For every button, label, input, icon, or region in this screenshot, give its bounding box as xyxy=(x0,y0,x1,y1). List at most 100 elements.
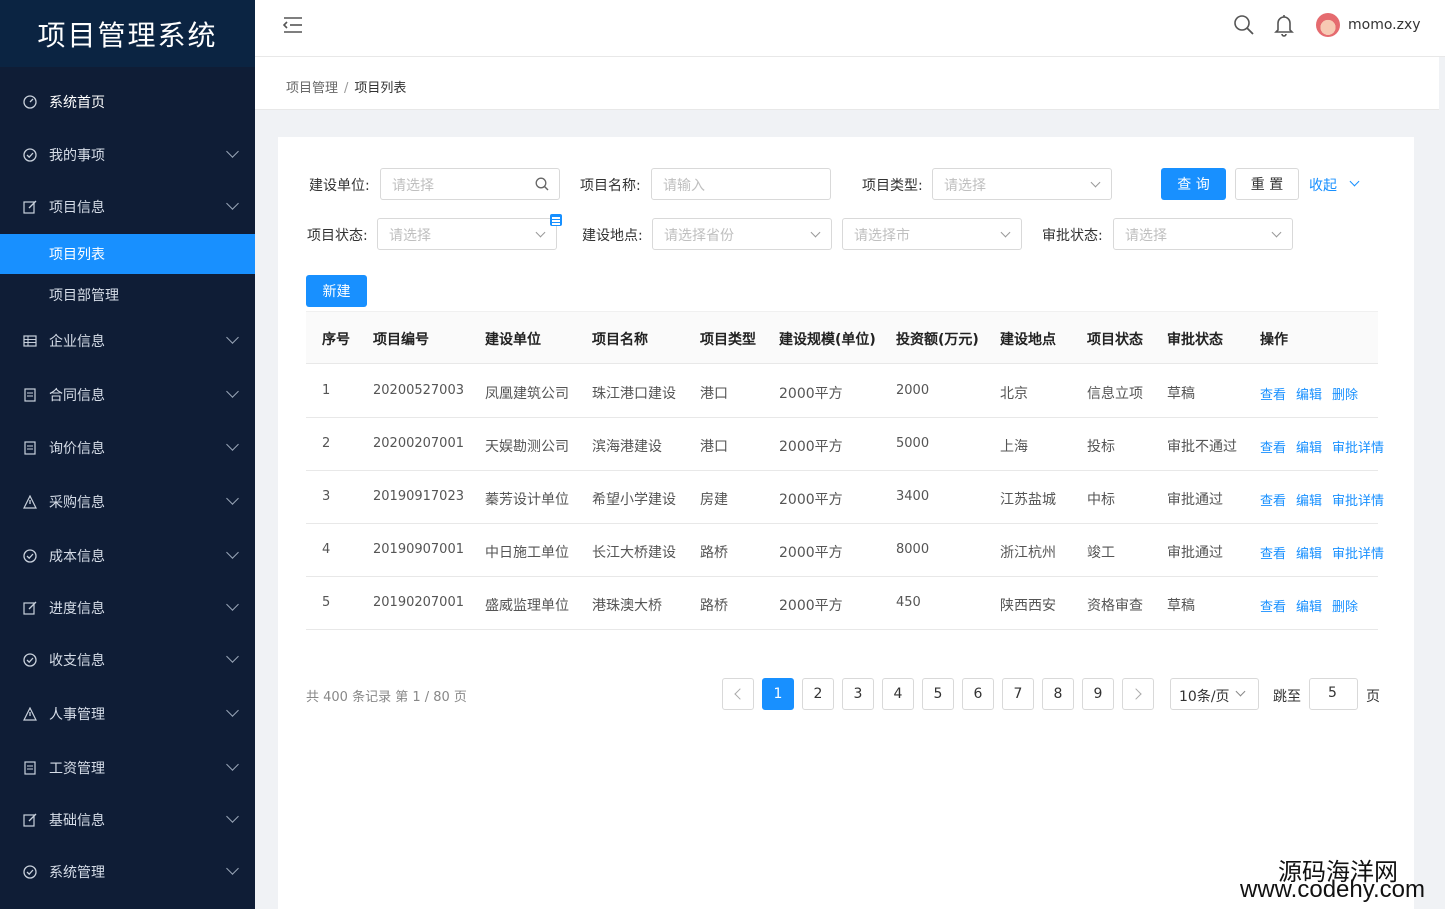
sidebar-item[interactable]: 项目部管理 xyxy=(0,275,255,315)
cell-type: 港口 xyxy=(700,439,728,455)
sidebar-item[interactable]: 系统首页 xyxy=(0,82,255,122)
row-action-link[interactable]: 删除 xyxy=(1332,596,1358,615)
sidebar-item[interactable]: 项目列表 xyxy=(0,234,255,274)
cell-invest: 8000 xyxy=(896,542,930,557)
sidebar-item[interactable]: 系统管理 xyxy=(0,852,255,892)
chevron-down-icon xyxy=(1000,227,1011,238)
chevron-down-icon xyxy=(226,758,239,771)
project-type-select[interactable]: 请选择 xyxy=(932,168,1112,200)
sidebar-item[interactable]: 采购信息 xyxy=(0,482,255,522)
sidebar-item[interactable]: 进度信息 xyxy=(0,588,255,628)
row-action-link[interactable]: 审批详情 xyxy=(1332,543,1384,562)
bell-icon[interactable] xyxy=(1274,13,1294,37)
table-header: 序号 项目编号 建设单位 项目名称 项目类型 建设规模(单位) 投资额(万元) 建设地点 项目状… xyxy=(306,311,1378,364)
edit-icon xyxy=(22,812,38,828)
edit-icon xyxy=(22,199,38,215)
row-action-link[interactable]: 查看 xyxy=(1260,384,1286,403)
province-select[interactable]: 请选择省份 xyxy=(652,218,832,250)
sidebar-item[interactable]: 询价信息 xyxy=(0,428,255,468)
project-name-input[interactable]: 请输入 xyxy=(651,168,831,200)
sidebar-item-label: 进度信息 xyxy=(49,601,105,617)
row-action-link[interactable]: 编辑 xyxy=(1296,437,1322,456)
prev-page-button[interactable] xyxy=(722,678,754,710)
row-action-link[interactable]: 审批详情 xyxy=(1332,437,1384,456)
column-header: 建设单位 xyxy=(485,332,541,348)
page-suffix: 页 xyxy=(1366,689,1380,705)
row-action-link[interactable]: 编辑 xyxy=(1296,596,1322,615)
row-action-link[interactable]: 编辑 xyxy=(1296,490,1322,509)
sidebar-item[interactable]: 收支信息 xyxy=(0,640,255,680)
search-icon[interactable] xyxy=(535,177,549,191)
sidebar-item[interactable]: 基础信息 xyxy=(0,800,255,840)
chevron-down-icon xyxy=(226,862,239,875)
jump-input[interactable]: 5 xyxy=(1309,678,1358,710)
menu-fold-icon[interactable] xyxy=(282,16,303,34)
page-size-select[interactable]: 10条/页 xyxy=(1170,678,1259,710)
new-button[interactable]: 新建 xyxy=(306,275,367,307)
chevron-down-icon xyxy=(1235,686,1246,697)
approval-select[interactable]: 请选择 xyxy=(1113,218,1293,250)
cell-unit: 凤凰建筑公司 xyxy=(485,386,569,402)
row-action-link[interactable]: 查看 xyxy=(1260,596,1286,615)
chevron-down-icon xyxy=(226,650,239,663)
chevron-down-icon xyxy=(226,331,239,344)
cell-status: 投标 xyxy=(1087,439,1115,455)
table-row: 4 20190907001 中日施工单位 长江大桥建设 路桥 2000平方 8000 浙江杭州… xyxy=(306,524,1384,577)
cell-name: 希望小学建设 xyxy=(592,492,676,508)
row-action-link[interactable]: 查看 xyxy=(1260,543,1286,562)
sidebar-item[interactable]: 企业信息 xyxy=(0,321,255,361)
sidebar-item-label: 基础信息 xyxy=(49,813,105,829)
page-size-value: 10条/页 xyxy=(1179,689,1230,705)
sidebar-item-label: 项目部管理 xyxy=(49,288,119,304)
page-button[interactable]: 1 xyxy=(762,678,794,710)
sidebar-item-label: 系统管理 xyxy=(49,865,105,881)
query-button[interactable]: 查 询 xyxy=(1161,168,1226,200)
sidebar-item[interactable]: 合同信息 xyxy=(0,375,255,415)
chevron-down-icon[interactable] xyxy=(1349,176,1360,187)
page-button[interactable]: 9 xyxy=(1082,678,1114,710)
city-select[interactable]: 请选择市 xyxy=(842,218,1022,250)
row-action-link[interactable]: 编辑 xyxy=(1296,543,1322,562)
chevron-down-icon xyxy=(226,145,239,158)
username[interactable]: momo.zxy xyxy=(1348,17,1421,33)
collapse-link[interactable]: 收起 xyxy=(1309,175,1337,195)
page-button[interactable]: 6 xyxy=(962,678,994,710)
sidebar-item[interactable]: 项目信息 xyxy=(0,187,255,227)
table-row: 1 20200527003 凤凰建筑公司 珠江港口建设 港口 2000平方 2000 北京 信息… xyxy=(306,365,1378,418)
location-label: 建设地点: xyxy=(582,228,643,244)
sidebar-item[interactable]: 成本信息 xyxy=(0,536,255,576)
sidebar-item-label: 工资管理 xyxy=(49,761,105,777)
row-action-link[interactable]: 查看 xyxy=(1260,490,1286,509)
column-header: 建设规模(单位) xyxy=(779,332,876,348)
breadcrumb-parent[interactable]: 项目管理 xyxy=(286,81,338,96)
next-page-button[interactable] xyxy=(1122,678,1154,710)
page-button[interactable]: 7 xyxy=(1002,678,1034,710)
search-icon[interactable] xyxy=(1233,14,1255,36)
column-header: 项目类型 xyxy=(700,332,756,348)
cell-name: 长江大桥建设 xyxy=(592,545,676,561)
page-button[interactable]: 3 xyxy=(842,678,874,710)
page-button[interactable]: 8 xyxy=(1042,678,1074,710)
page-button[interactable]: 4 xyxy=(882,678,914,710)
sidebar-item[interactable]: 人事管理 xyxy=(0,694,255,734)
cell-type: 港口 xyxy=(700,386,728,402)
row-action-link[interactable]: 审批详情 xyxy=(1332,490,1384,509)
project-name-placeholder: 请输入 xyxy=(663,178,705,194)
cell-status: 信息立项 xyxy=(1087,386,1143,402)
cell-approval: 草稿 xyxy=(1167,598,1195,614)
note-icon[interactable] xyxy=(550,214,562,226)
row-action-link[interactable]: 编辑 xyxy=(1296,384,1322,403)
sidebar-item[interactable]: 工资管理 xyxy=(0,748,255,788)
column-header: 操作 xyxy=(1260,332,1288,348)
row-action-link[interactable]: 查看 xyxy=(1260,437,1286,456)
build-unit-select[interactable]: 请选择 xyxy=(380,168,560,200)
row-action-link[interactable]: 删除 xyxy=(1332,384,1358,403)
project-status-select[interactable]: 请选择 xyxy=(377,218,557,250)
cell-unit: 蓁芳设计单位 xyxy=(485,492,569,508)
sidebar-item[interactable]: 我的事项 xyxy=(0,135,255,175)
page-button[interactable]: 5 xyxy=(922,678,954,710)
avatar[interactable] xyxy=(1316,13,1340,37)
chevron-left-icon xyxy=(734,688,746,700)
page-button[interactable]: 2 xyxy=(802,678,834,710)
reset-button[interactable]: 重 置 xyxy=(1235,168,1299,200)
